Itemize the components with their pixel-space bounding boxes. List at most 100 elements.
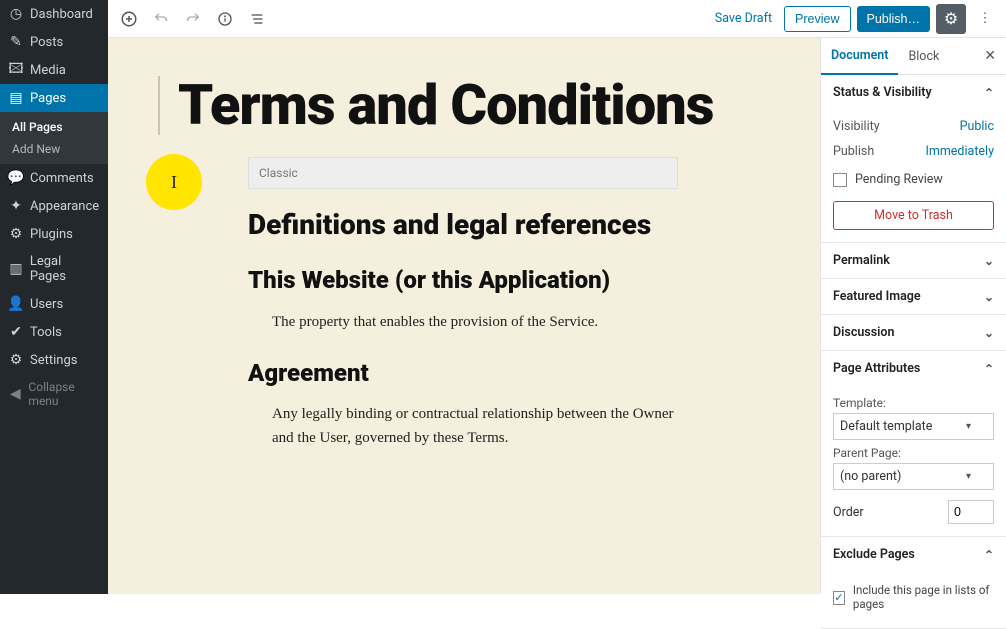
classic-block-toolbar[interactable]: Classic (248, 157, 678, 189)
content-heading[interactable]: Definitions and legal references (248, 209, 678, 241)
admin-sidebar: ◷ Dashboard ✎ Posts 🖾 Media ▤ Pages All … (0, 0, 108, 594)
tab-block[interactable]: Block (898, 39, 949, 74)
panel-header-discussion[interactable]: Discussion ⌄ (821, 315, 1006, 350)
panel-header-pageattr[interactable]: Page Attributes ⌃ (821, 351, 1006, 386)
panel-title: Featured Image (833, 289, 921, 304)
chevron-down-icon: ⌄ (984, 290, 994, 304)
sidebar-item-label: Pages (30, 91, 66, 106)
settings-toggle-button[interactable]: ⚙ (936, 4, 966, 34)
page-title[interactable]: Terms and Conditions (178, 76, 770, 135)
move-to-trash-button[interactable]: Move to Trash (833, 201, 994, 230)
collapse-icon: ◀ (8, 386, 22, 402)
sidebar-item-label: Tools (30, 325, 62, 340)
sidebar-item-label: Legal Pages (30, 254, 100, 284)
panel-title: Permalink (833, 253, 890, 268)
legal-pages-icon: ▥ (8, 261, 24, 277)
sidebar-item-settings[interactable]: ⚙ Settings (0, 346, 108, 374)
sidebar-item-legal-pages[interactable]: ▥ Legal Pages (0, 248, 108, 290)
plugins-icon: ⚙ (8, 226, 24, 242)
sidebar-item-label: Settings (30, 353, 77, 368)
save-draft-link[interactable]: Save Draft (709, 11, 778, 26)
sidebar-submenu-pages: All Pages Add New (0, 112, 108, 164)
chevron-up-icon: ⌃ (984, 86, 994, 100)
panel-title: Discussion (833, 325, 894, 340)
panel-header-status[interactable]: Status & Visibility ⌃ (821, 75, 1006, 110)
tools-icon: ✔ (8, 324, 24, 340)
collapse-label: Collapse menu (28, 380, 100, 408)
panel-status-visibility: Status & Visibility ⌃ Visibility Public … (821, 75, 1006, 243)
pending-review-label: Pending Review (855, 172, 943, 187)
parent-page-select[interactable]: (no parent) ▾ (833, 463, 994, 490)
order-label: Order (833, 505, 864, 520)
sidebar-collapse[interactable]: ◀ Collapse menu (0, 374, 108, 414)
chevron-up-icon: ⌃ (984, 548, 994, 562)
sidebar-item-label: Comments (30, 171, 94, 186)
visibility-label: Visibility (833, 119, 880, 134)
content-paragraph[interactable]: The property that enables the provision … (272, 311, 678, 334)
undo-button[interactable] (148, 6, 174, 32)
sidebar-item-dashboard[interactable]: ◷ Dashboard (0, 0, 108, 28)
settings-icon: ⚙ (8, 352, 24, 368)
inspector-close-button[interactable]: ✕ (974, 48, 1006, 64)
sidebar-item-label: Posts (30, 35, 63, 50)
sidebar-item-label: Appearance (30, 199, 99, 214)
work-area: Terms and Conditions I Classic Definitio… (108, 38, 1006, 594)
info-icon (217, 11, 233, 27)
content-subheading[interactable]: Agreement (248, 360, 678, 388)
outline-button[interactable] (244, 6, 270, 32)
sidebar-subitem-all-pages[interactable]: All Pages (0, 116, 108, 138)
template-value: Default template (840, 419, 932, 434)
appearance-icon: ✦ (8, 198, 24, 214)
sidebar-item-comments[interactable]: 💬 Comments (0, 164, 108, 192)
visibility-value-link[interactable]: Public (960, 119, 994, 134)
panel-featured-image: Featured Image ⌄ (821, 279, 1006, 315)
editor-canvas[interactable]: Terms and Conditions I Classic Definitio… (108, 38, 820, 594)
info-button[interactable] (212, 6, 238, 32)
cursor-highlight: I (146, 154, 202, 210)
panel-header-permalink[interactable]: Permalink ⌄ (821, 243, 1006, 278)
panel-title: Status & Visibility (833, 85, 932, 100)
sidebar-item-tools[interactable]: ✔ Tools (0, 318, 108, 346)
publish-value-link[interactable]: Immediately (925, 144, 994, 159)
sidebar-item-plugins[interactable]: ⚙ Plugins (0, 220, 108, 248)
content-subheading[interactable]: This Website (or this Application) (248, 267, 678, 295)
order-input[interactable] (948, 500, 994, 524)
undo-icon (153, 11, 169, 27)
posts-icon: ✎ (8, 34, 24, 50)
include-page-checkbox[interactable]: ✓ (833, 591, 845, 605)
sidebar-item-appearance[interactable]: ✦ Appearance (0, 192, 108, 220)
sidebar-item-pages[interactable]: ▤ Pages (0, 84, 108, 112)
add-block-button[interactable] (116, 6, 142, 32)
users-icon: 👤 (8, 296, 24, 312)
inspector-tabs: Document Block ✕ (821, 38, 1006, 75)
chevron-down-icon: ⌄ (984, 254, 994, 268)
sidebar-item-label: Dashboard (30, 7, 93, 22)
sidebar-subitem-add-new[interactable]: Add New (0, 138, 108, 160)
chevron-down-icon: ▾ (966, 421, 971, 432)
redo-icon (185, 11, 201, 27)
editor-topbar: Save Draft Preview Publish… ⚙ ⋮ (108, 0, 1006, 38)
outline-icon (249, 11, 265, 27)
sidebar-item-label: Plugins (30, 227, 73, 242)
content-paragraph[interactable]: Any legally binding or contractual relat… (272, 403, 678, 450)
sidebar-item-users[interactable]: 👤 Users (0, 290, 108, 318)
sidebar-item-media[interactable]: 🖾 Media (0, 56, 108, 84)
settings-inspector: Document Block ✕ Status & Visibility ⌃ V… (820, 38, 1006, 594)
plus-circle-icon (120, 10, 138, 28)
more-options-button[interactable]: ⋮ (972, 4, 998, 34)
panel-title: Page Attributes (833, 361, 920, 376)
sidebar-item-posts[interactable]: ✎ Posts (0, 28, 108, 56)
publish-label: Publish (833, 144, 874, 159)
panel-header-featured[interactable]: Featured Image ⌄ (821, 279, 1006, 314)
redo-button[interactable] (180, 6, 206, 32)
parent-page-label: Parent Page: (833, 446, 994, 460)
preview-button[interactable]: Preview (784, 6, 850, 32)
panel-header-exclude[interactable]: Exclude Pages ⌃ (821, 537, 1006, 572)
panel-discussion: Discussion ⌄ (821, 315, 1006, 351)
publish-button[interactable]: Publish… (857, 6, 931, 32)
template-select[interactable]: Default template ▾ (833, 413, 994, 440)
chevron-down-icon: ⌄ (984, 326, 994, 340)
pending-review-checkbox[interactable] (833, 173, 847, 187)
tab-document[interactable]: Document (821, 38, 898, 75)
main-column: Save Draft Preview Publish… ⚙ ⋮ Terms an… (108, 0, 1006, 594)
